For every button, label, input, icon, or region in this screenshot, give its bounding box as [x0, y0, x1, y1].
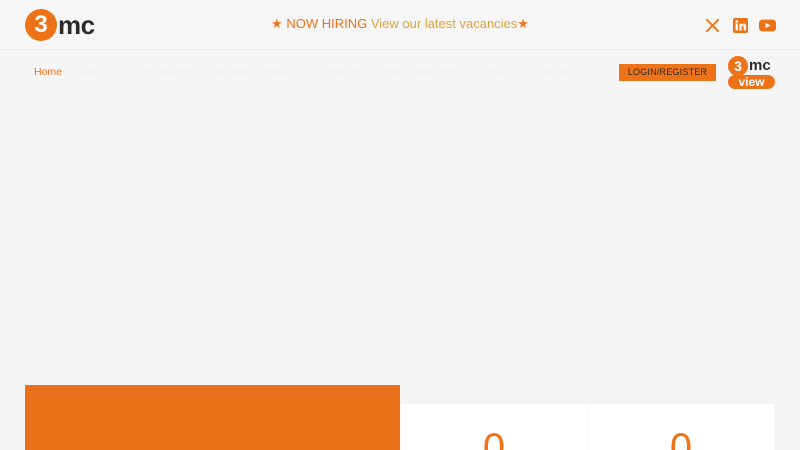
login-register-button[interactable]: LOGIN/REGISTER: [619, 64, 716, 81]
nav-contact-us[interactable]: Contact Us: [537, 66, 589, 78]
nav-exclusives[interactable]: Exclusives: [143, 66, 193, 78]
star-icon: ★: [271, 16, 283, 31]
nav-news[interactable]: News ⌄: [482, 66, 520, 78]
nav-vendors[interactable]: Vendors: [324, 66, 363, 78]
top-bar: 3 mc ★ NOW HIRING View our latest vacanc…: [0, 0, 800, 50]
stat-value: 0: [669, 426, 693, 450]
stat-card: 0: [401, 404, 587, 450]
hiring-announcement: ★ NOW HIRING View our latest vacancies★: [0, 16, 800, 32]
nav-about[interactable]: About ⌄: [82, 66, 121, 78]
star-icon: ★: [517, 16, 529, 31]
nav-about-label: About: [82, 66, 110, 78]
chevron-down-icon: ⌄: [114, 68, 122, 77]
x-icon[interactable]: [703, 16, 721, 34]
linkedin-icon[interactable]: [731, 16, 749, 34]
stat-card: 0: [588, 404, 774, 450]
stat-value: 0: [482, 426, 506, 450]
chevron-down-icon: ⌄: [300, 68, 308, 77]
chevron-down-icon: ⌄: [513, 68, 520, 77]
view-logo-digit: 3: [728, 56, 748, 76]
vacancies-link[interactable]: View our latest vacancies: [371, 16, 517, 31]
orange-feature-panel: [25, 385, 400, 450]
hiring-lead: NOW HIRING: [286, 16, 368, 31]
view-logo-view: view: [728, 75, 775, 89]
nav-compare-creators[interactable]: Compare Creators ⌄: [209, 66, 307, 78]
3mc-view-logo[interactable]: 3 mc view: [728, 56, 776, 90]
youtube-icon[interactable]: [758, 16, 776, 34]
nav-home[interactable]: Home: [34, 66, 62, 78]
nav-compare-creators-label: Compare Creators: [209, 66, 296, 78]
view-logo-mc: mc: [749, 57, 771, 74]
nav-news-label: News: [482, 66, 509, 78]
nav-production-fees[interactable]: Production Fees: [382, 66, 458, 78]
